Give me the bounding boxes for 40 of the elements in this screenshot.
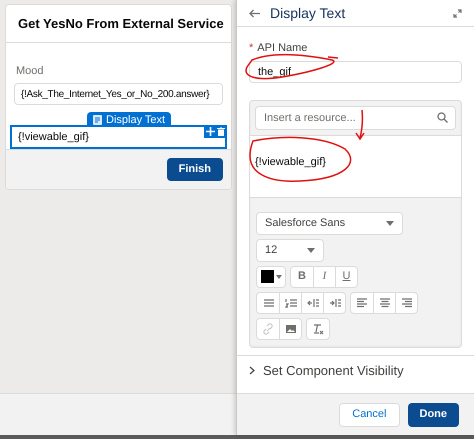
chevron-right-icon [249, 366, 255, 375]
underline-button[interactable]: U [335, 266, 357, 286]
image-icon [284, 322, 296, 334]
dropdown-caret-icon [386, 220, 394, 226]
panel-title: Display Text [270, 4, 346, 23]
api-name-label: API Name [257, 41, 308, 56]
align-right-icon [400, 296, 412, 308]
card-title: Get YesNo From External Service [6, 5, 231, 43]
outdent-icon [306, 296, 318, 308]
dropdown-caret-icon [276, 274, 282, 278]
clear-format-icon [312, 322, 324, 334]
cancel-button[interactable]: Cancel [339, 402, 400, 426]
editor-text: {!viewable_gif} [255, 156, 326, 168]
field-label: Mood [16, 64, 45, 79]
done-button[interactable]: Done [408, 402, 459, 426]
indent-icon [328, 296, 340, 308]
expand-icon[interactable] [453, 8, 462, 18]
delete-icon[interactable] [217, 127, 225, 136]
text-color-button[interactable] [256, 266, 286, 288]
align-left-icon [356, 296, 368, 308]
color-swatch [260, 270, 274, 283]
api-name-field[interactable]: the_gif [249, 60, 462, 82]
back-arrow-icon[interactable] [249, 8, 260, 18]
resource-search-field[interactable]: Insert a resource... [255, 106, 456, 130]
search-icon [437, 112, 448, 122]
bold-button[interactable]: B [291, 266, 313, 286]
move-icon[interactable] [206, 127, 215, 136]
finish-button[interactable]: Finish [166, 158, 223, 182]
bulleted-list-icon [262, 296, 274, 308]
italic-button[interactable]: I [313, 266, 335, 286]
size-dropdown[interactable]: 12 [256, 238, 324, 262]
required-mark: * [249, 41, 254, 56]
link-icon [262, 322, 274, 334]
mood-field[interactable]: {!Ask_The_Internet_Yes_or_No_200.answer} [14, 83, 223, 106]
dropdown-caret-icon [307, 248, 315, 252]
section-toggle[interactable]: Set Component Visibility [237, 356, 474, 386]
align-center-icon [378, 296, 390, 308]
text-icon [93, 114, 102, 125]
font-dropdown[interactable]: Salesforce Sans [256, 212, 403, 234]
numbered-list-icon [284, 296, 296, 308]
